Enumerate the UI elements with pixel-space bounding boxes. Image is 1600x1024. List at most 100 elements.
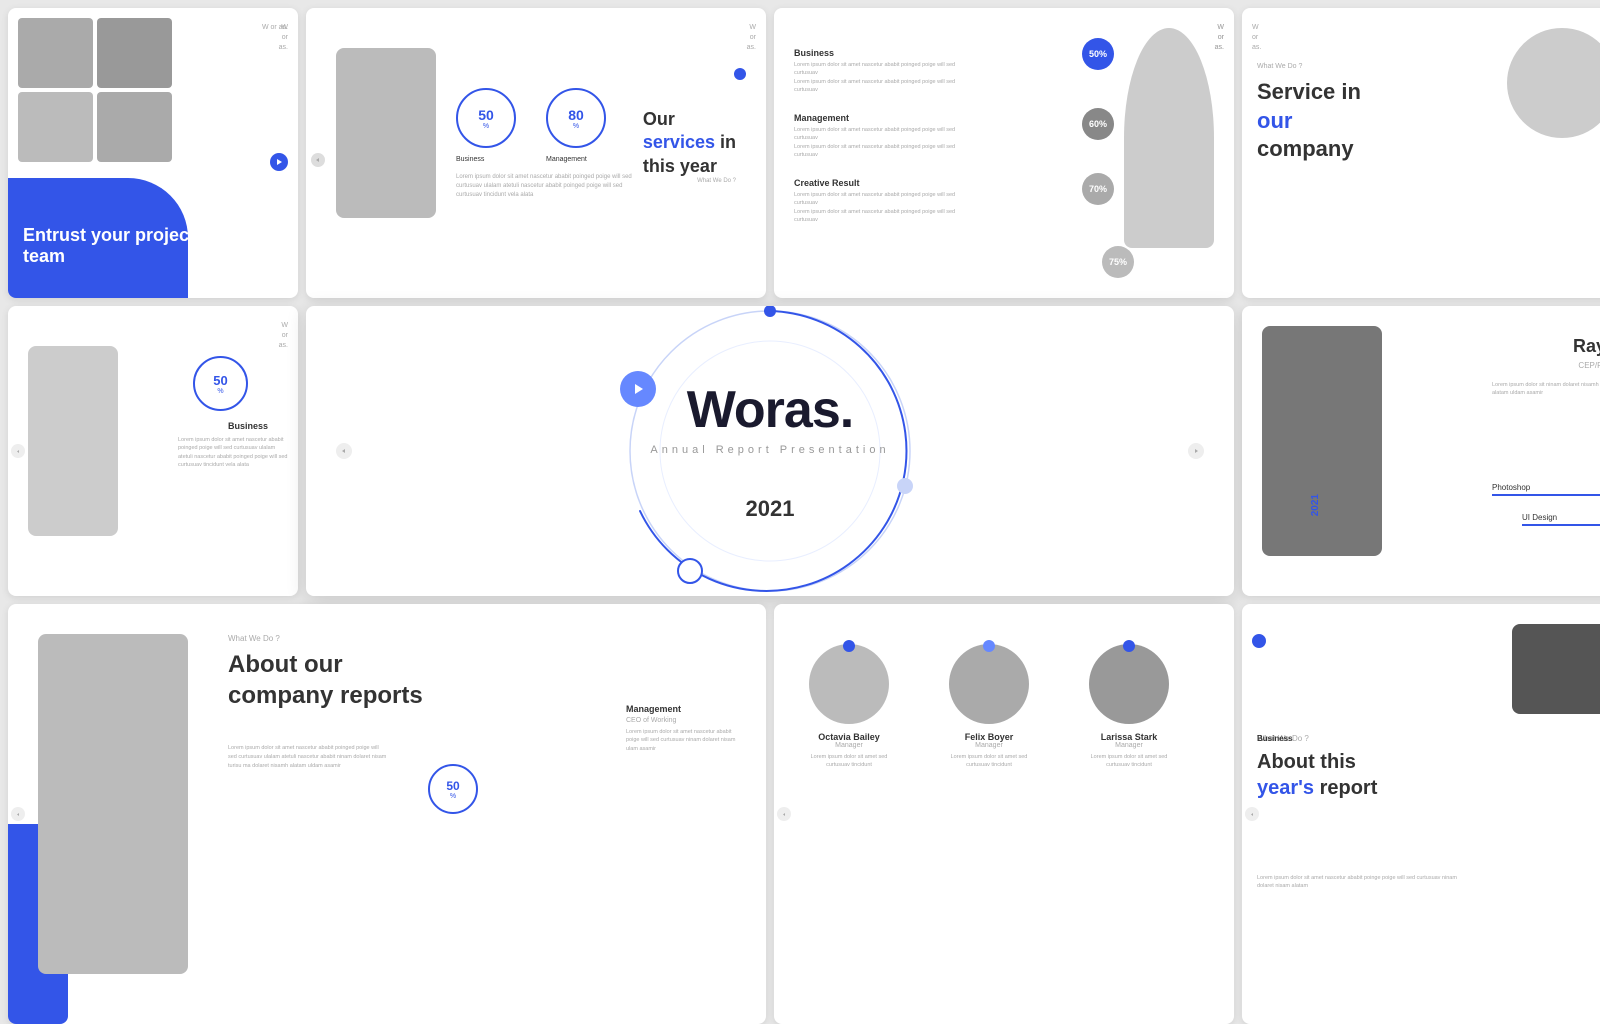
mgmt-sub-7: CEO of Working (626, 717, 746, 724)
stat-80-num: 80 (568, 107, 584, 123)
creative-lorem: Lorem ipsum dolor sit amet nascetur abab… (794, 191, 974, 208)
stat-circle-5: 50 % (193, 356, 248, 411)
about-year-blue: year's (1257, 777, 1314, 799)
stat-80-sup: % (573, 123, 579, 130)
about-year-title: About this year's report (1257, 749, 1377, 801)
ceo-label-6: CEP/Foun... (1578, 361, 1600, 370)
lorem-text-2: Lorem ipsum dolor sit amet nascetur abab… (456, 173, 636, 200)
management-row: Management Lorem ipsum dolor sit amet na… (794, 113, 974, 159)
team-photo-3 (18, 92, 93, 162)
woras-tag-4b: Woras. (1252, 23, 1261, 52)
stat1-label: Business (456, 156, 484, 163)
raymond-name: Raym (1573, 336, 1600, 357)
pct-75-circle: 75% (1102, 246, 1134, 278)
woras-label-2: Woras. (747, 23, 756, 52)
member2-role: Manager (975, 742, 1003, 749)
member3-name: Larissa Stark (1101, 732, 1158, 742)
service-company-title: Service in our company (1257, 78, 1361, 164)
member1-photo-wrap (809, 644, 889, 732)
slide-team: Octavia Bailey Manager Lorem ipsum dolor… (774, 604, 1234, 1024)
lorem-6: Lorem ipsum dolor sit ninam dolaret nisa… (1492, 381, 1600, 398)
skill1-bar (1492, 494, 1600, 496)
team-photo-2 (97, 18, 172, 88)
member1-photo (809, 644, 889, 724)
slide-about-year: Woras. What We Do ? About this year's re… (1242, 604, 1600, 1024)
stat-num-5: 50 (213, 373, 227, 388)
woras-main-title: Woras. (687, 380, 853, 440)
member1-lorem: Lorem ipsum dolor sit amet sed curtusuav… (804, 753, 894, 770)
pct-50-circle: 50% (1082, 38, 1114, 70)
member2-dot (983, 640, 995, 652)
member2-photo (949, 644, 1029, 724)
member3-role: Manager (1115, 742, 1143, 749)
member3-photo-wrap (1089, 644, 1169, 732)
arrow-nav-8[interactable] (777, 807, 791, 821)
person-photo-7 (38, 634, 188, 974)
business-label-5: Business (228, 421, 268, 431)
mgmt-lorem-7: Lorem ipsum dolor sit amet nascetur abab… (626, 728, 746, 753)
member3-lorem: Lorem ipsum dolor sit amet sed curtusuav… (1084, 753, 1174, 770)
about-year-line2: report (1320, 777, 1378, 799)
slide-center-woras: Woras. Annual Report Presentation 2021 (306, 306, 1234, 596)
stat-sup-7: % (450, 793, 456, 800)
what-we-do-label-2: What We Do ? (697, 178, 736, 184)
creative-lorem2: Lorem ipsum dolor sit amet nascetur abab… (794, 208, 974, 225)
service-blue-word: our (1257, 108, 1292, 133)
business-label: Business (794, 48, 974, 58)
slide-entrust: W or as. Entrust your project to our tea… (8, 8, 298, 298)
stat-circle-7: 50 % (428, 764, 478, 814)
arrow-left-2[interactable] (311, 153, 325, 167)
woras-tag-3: Woras. (1215, 23, 1224, 52)
skill2-section: UI Design (1522, 513, 1600, 526)
member-3: Larissa Stark Manager Lorem ipsum dolor … (1084, 644, 1174, 770)
stat-sup-5: % (217, 388, 223, 395)
member3-dot (1123, 640, 1135, 652)
skill2-label: UI Design (1522, 513, 1600, 522)
about-title-7: About our company reports (228, 649, 423, 711)
skill2-bar (1522, 524, 1600, 526)
slide-percentages: Woras. Business Lorem ipsum dolor sit am… (774, 8, 1234, 298)
mgmt-label-3: Management (794, 113, 974, 123)
lorem-9: Lorem ipsum dolor sit amet nascetur abab… (1257, 874, 1457, 891)
arrow-button-1[interactable] (270, 153, 288, 171)
business-lorem2: Lorem ipsum dolor sit amet nascetur abab… (794, 78, 974, 95)
member2-name: Felix Boyer (965, 732, 1014, 742)
mgmt-lorem-32: Lorem ipsum dolor sit amet nascetur abab… (794, 143, 974, 160)
creative-label: Creative Result (794, 178, 974, 188)
skill1-label: Photoshop (1492, 483, 1600, 492)
year-2021: 2021 (746, 496, 795, 522)
service-line2: company (1257, 136, 1354, 161)
arrow-left-center[interactable] (336, 443, 352, 459)
arrow-nav-7[interactable] (11, 807, 25, 821)
person-photo-2 (336, 48, 436, 218)
lorem-main-7: Lorem ipsum dolor sit amet nascetur abab… (228, 744, 388, 770)
arrow-nav-9[interactable] (1245, 807, 1259, 821)
member2-photo-wrap (949, 644, 1029, 732)
slide-about-reports: What We Do ? About our company reports L… (8, 604, 766, 1024)
what-we-do-4: What We Do ? (1257, 63, 1302, 70)
stat-num-7: 50 (446, 779, 459, 793)
stat-50-circle: 50 % (456, 88, 516, 148)
service-line1: Service in (1257, 79, 1361, 104)
slide-service-company: Woras. Service in our company What We Do… (1242, 8, 1600, 298)
dot-accent-2 (734, 68, 746, 80)
what-we-do-7: What We Do ? (228, 634, 280, 643)
arrow-nav-5[interactable] (11, 444, 25, 458)
office-photo (1512, 624, 1600, 714)
annual-subtitle: Annual Report Presentation (650, 444, 889, 456)
mgmt-lorem-3: Lorem ipsum dolor sit amet nascetur abab… (794, 126, 974, 143)
team-photo-1 (18, 18, 93, 88)
slide-raymond: Woras. Raym CEP/Foun... Lorem ipsum dolo… (1242, 306, 1600, 596)
dot-blue-9 (1252, 634, 1266, 648)
entrust-title: Entrust your project to our team (23, 225, 298, 268)
arrow-right-center[interactable] (1188, 443, 1204, 459)
person-circle-4 (1507, 28, 1600, 138)
services-title: Our services inthis year (643, 108, 736, 178)
pct-70-circle: 70% (1082, 173, 1114, 205)
stat-80-circle: 80 % (546, 88, 606, 148)
business-row: Business Lorem ipsum dolor sit amet nasc… (794, 48, 974, 94)
about-line1: About our (228, 651, 343, 678)
about-year-line1: About this (1257, 751, 1356, 773)
person-photo-3 (1124, 28, 1214, 248)
skill1-section: Photoshop (1492, 483, 1600, 496)
